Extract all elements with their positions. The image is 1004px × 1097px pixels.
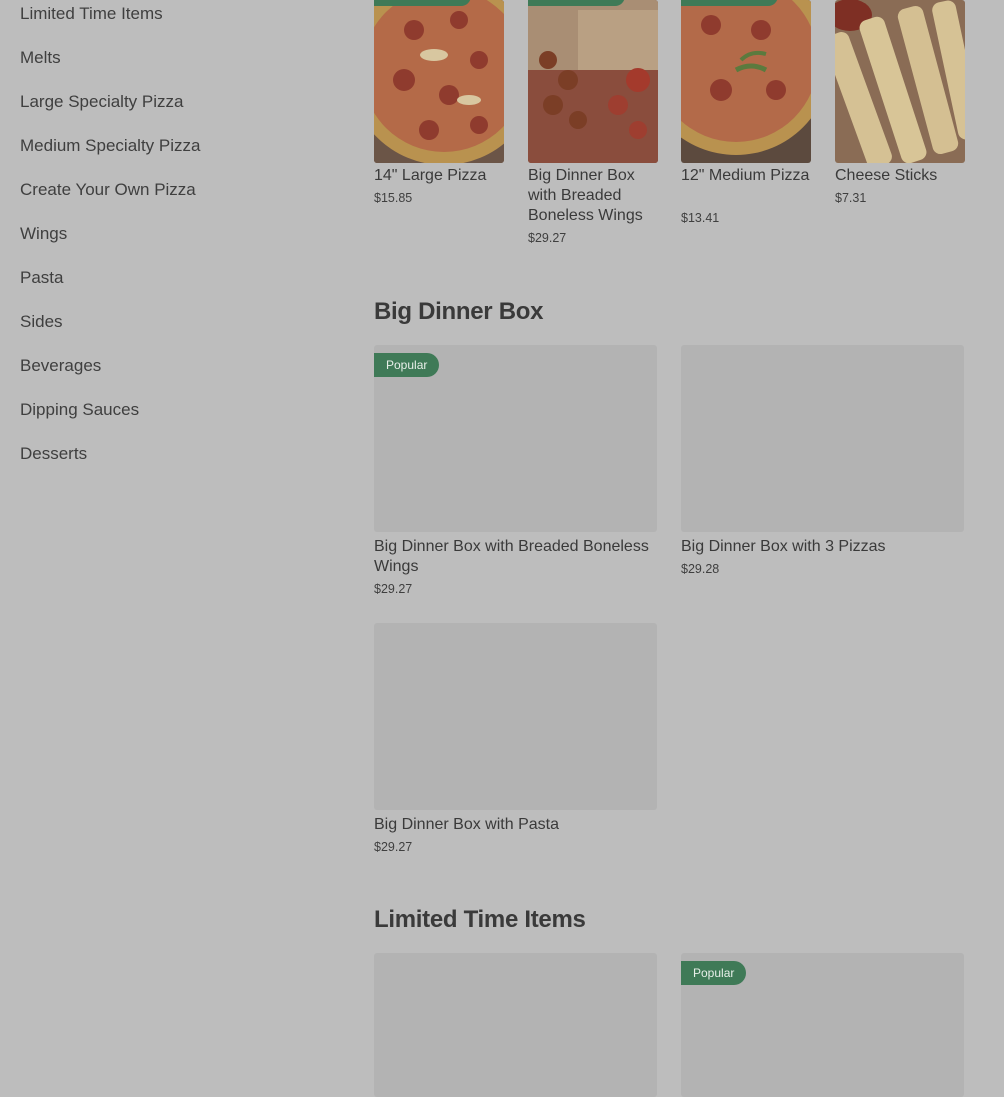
sidebar-item-create-your-own-pizza[interactable]: Create Your Own Pizza bbox=[20, 180, 196, 200]
item-price: $29.27 bbox=[528, 231, 567, 245]
featured-card-medium-pizza[interactable]: 12" Medium Pizza $13.41 bbox=[681, 0, 811, 230]
section-title-big-dinner-box: Big Dinner Box bbox=[374, 298, 544, 325]
item-price: $7.31 bbox=[835, 191, 867, 205]
menu-card-big-dinner-box-pasta[interactable]: Big Dinner Box with Pasta $29.27 bbox=[374, 623, 657, 858]
dinner-box-image bbox=[528, 0, 658, 163]
sidebar-item-desserts[interactable]: Desserts bbox=[20, 444, 87, 464]
item-name: 14" Large Pizza bbox=[374, 167, 487, 184]
badge-strip bbox=[374, 0, 471, 6]
item-name: Big Dinner Box with Breaded Boneless Win… bbox=[374, 538, 649, 575]
featured-card-large-pizza[interactable]: 14" Large Pizza $15.85 bbox=[374, 0, 504, 220]
popular-badge: Popular bbox=[374, 353, 440, 377]
sidebar-item-limited-time-items[interactable]: Limited Time Items bbox=[20, 4, 163, 24]
item-price: $29.28 bbox=[681, 562, 720, 576]
sidebar-item-wings[interactable]: Wings bbox=[20, 224, 67, 244]
pizza-image bbox=[681, 0, 811, 163]
item-image-placeholder bbox=[374, 623, 657, 810]
item-name: Big Dinner Box with Pasta bbox=[374, 816, 559, 833]
sidebar-item-medium-specialty-pizza[interactable]: Medium Specialty Pizza bbox=[20, 136, 200, 156]
menu-card-limited-2[interactable]: Popular bbox=[681, 953, 964, 1097]
section-title-limited-time-items: Limited Time Items bbox=[374, 906, 586, 933]
item-price: $29.27 bbox=[374, 840, 413, 854]
badge-strip bbox=[681, 0, 778, 6]
item-price: $13.41 bbox=[681, 211, 720, 225]
item-name: Big Dinner Box with 3 Pizzas bbox=[681, 538, 886, 555]
item-price: $15.85 bbox=[374, 191, 413, 205]
sidebar-item-sides[interactable]: Sides bbox=[20, 312, 63, 332]
menu-card-limited-1[interactable] bbox=[374, 953, 657, 1097]
menu-card-big-dinner-box-wings[interactable]: Popular Big Dinner Box with Breaded Bone… bbox=[374, 345, 657, 600]
featured-card-big-dinner-box-wings[interactable]: Big Dinner Box with Breaded Boneless Win… bbox=[528, 0, 658, 250]
item-image-placeholder bbox=[374, 953, 657, 1097]
sidebar-item-beverages[interactable]: Beverages bbox=[20, 356, 101, 376]
popular-badge: Popular bbox=[681, 961, 747, 985]
pizza-image bbox=[374, 0, 504, 163]
item-image-placeholder bbox=[681, 345, 964, 532]
cheese-sticks-image bbox=[835, 0, 965, 163]
item-name: Cheese Sticks bbox=[835, 167, 938, 184]
sidebar-item-dipping-sauces[interactable]: Dipping Sauces bbox=[20, 400, 139, 420]
item-name: Big Dinner Box with Breaded Boneless Win… bbox=[528, 167, 643, 224]
badge-strip bbox=[528, 0, 625, 6]
featured-card-cheese-sticks[interactable]: Cheese Sticks $7.31 bbox=[835, 0, 965, 210]
menu-card-big-dinner-box-3-pizzas[interactable]: Big Dinner Box with 3 Pizzas $29.28 bbox=[681, 345, 964, 580]
sidebar-item-large-specialty-pizza[interactable]: Large Specialty Pizza bbox=[20, 92, 183, 112]
sidebar-item-melts[interactable]: Melts bbox=[20, 48, 61, 68]
item-name: 12" Medium Pizza bbox=[681, 167, 810, 184]
item-price: $29.27 bbox=[374, 582, 413, 596]
sidebar-item-pasta[interactable]: Pasta bbox=[20, 268, 63, 288]
